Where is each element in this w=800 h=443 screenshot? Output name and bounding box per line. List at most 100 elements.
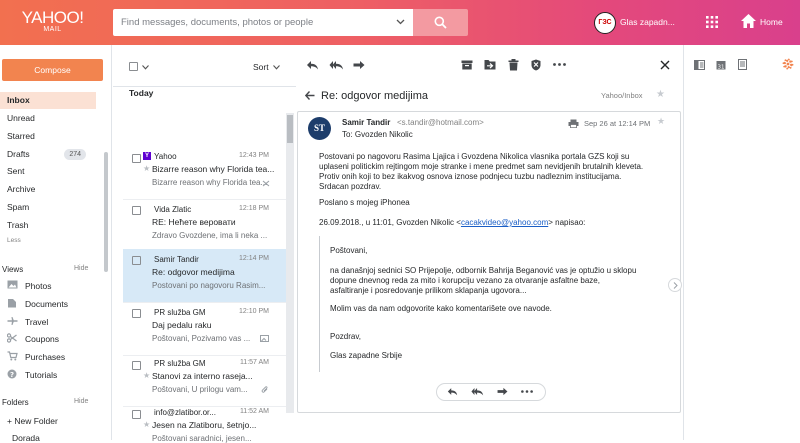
view-tutorials[interactable]: ? Tutorials bbox=[7, 367, 57, 384]
row-checkbox[interactable] bbox=[132, 256, 141, 265]
row-checkbox[interactable] bbox=[132, 410, 141, 419]
view-photos[interactable]: Photos bbox=[7, 278, 51, 295]
quote-regards: Pozdrav, bbox=[330, 332, 361, 341]
sent-from-line: Poslano s mojeg iPhonea bbox=[319, 198, 410, 207]
view-coupons[interactable]: Coupons bbox=[7, 331, 59, 348]
move-to-folder-icon[interactable] bbox=[484, 59, 496, 70]
apps-grid-icon[interactable] bbox=[706, 16, 718, 28]
sort-button[interactable]: Sort bbox=[253, 62, 269, 72]
subject: Jesen na Zlatiboru, šetnjo... bbox=[152, 420, 257, 430]
home-link[interactable]: Home bbox=[760, 17, 783, 27]
folder-drafts[interactable]: Drafts 274 bbox=[0, 146, 96, 163]
list-scrollbar-track[interactable] bbox=[286, 113, 294, 413]
back-arrow-icon[interactable] bbox=[305, 91, 315, 100]
star-icon[interactable]: ★ bbox=[656, 89, 665, 100]
sender: Vida Zlatic bbox=[154, 205, 192, 214]
views-hide-link[interactable]: Hide bbox=[74, 265, 88, 272]
list-item[interactable]: info@zlatibor.or... 11:52 AM ★ Jesen na … bbox=[123, 402, 291, 443]
view-label: Travel bbox=[25, 317, 49, 327]
reply-icon[interactable] bbox=[306, 60, 319, 70]
sender: Samir Tandir bbox=[154, 255, 199, 264]
star-icon[interactable]: ★ bbox=[143, 420, 150, 429]
less-link[interactable]: Less bbox=[7, 237, 21, 244]
sender-name[interactable]: Samir Tandir bbox=[342, 118, 390, 127]
notepad-icon[interactable] bbox=[738, 59, 747, 70]
quote-intro-pre: 26.09.2018., u 11:01, Gvozden Nikolic < bbox=[319, 218, 461, 227]
folder-dorada[interactable]: Dorada bbox=[12, 433, 40, 443]
time: 12:18 PM bbox=[239, 205, 269, 212]
time: 12:43 PM bbox=[239, 152, 269, 159]
more-icon[interactable] bbox=[553, 63, 566, 66]
calendar-icon[interactable]: 31 bbox=[716, 60, 726, 70]
search-button[interactable] bbox=[413, 9, 468, 36]
view-purchases[interactable]: Purchases bbox=[7, 349, 65, 366]
body-line: Srdacan pozdrav. bbox=[319, 182, 382, 191]
row-checkbox[interactable] bbox=[132, 309, 141, 318]
folder-starred[interactable]: Starred bbox=[0, 128, 96, 145]
folders-hide-link[interactable]: Hide bbox=[74, 398, 88, 405]
row-checkbox[interactable] bbox=[132, 154, 141, 163]
list-item-selected[interactable]: Samir Tandir 12:14 PM Re: odgovor mediji… bbox=[123, 249, 291, 303]
close-icon[interactable] bbox=[262, 180, 270, 187]
chevron-down-icon[interactable] bbox=[396, 19, 405, 25]
folder-unread[interactable]: Unread bbox=[0, 110, 96, 127]
quote-greeting: Poštovani, bbox=[330, 246, 368, 255]
reply-all-icon[interactable] bbox=[329, 60, 344, 70]
folder-spam[interactable]: Spam bbox=[0, 199, 96, 216]
time: 12:14 PM bbox=[239, 255, 269, 262]
row-checkbox[interactable] bbox=[132, 206, 141, 215]
spam-shield-icon[interactable] bbox=[531, 59, 541, 71]
star-icon[interactable]: ★ bbox=[143, 164, 150, 173]
close-icon[interactable] bbox=[660, 60, 670, 70]
print-icon[interactable] bbox=[568, 119, 579, 128]
more-icon[interactable] bbox=[521, 390, 533, 393]
expand-rail-button[interactable] bbox=[668, 278, 682, 292]
subject: RE: Нећете веровати bbox=[152, 217, 236, 227]
subject: Re: odgovor medijima bbox=[152, 267, 235, 277]
folder-sent[interactable]: Sent bbox=[0, 163, 96, 180]
time: 12:10 PM bbox=[239, 308, 269, 315]
view-label: Photos bbox=[25, 281, 52, 291]
star-icon[interactable]: ★ bbox=[143, 371, 150, 380]
folder-label: Trash bbox=[7, 220, 29, 230]
yahoo-mail-logo[interactable]: YAHOO! MAIL bbox=[20, 9, 85, 34]
sender-email[interactable]: <s.tandir@hotmail.com> bbox=[397, 118, 484, 127]
quote-intro: 26.09.2018., u 11:01, Gvozden Nikolic <c… bbox=[319, 218, 659, 228]
contacts-icon[interactable] bbox=[694, 60, 705, 70]
compose-button[interactable]: Compose bbox=[2, 59, 103, 81]
chevron-down-icon[interactable] bbox=[273, 65, 280, 70]
folder-trash[interactable]: Trash bbox=[0, 217, 96, 234]
message-date: Sep 26 at 12:14 PM bbox=[584, 119, 651, 128]
list-item[interactable]: PR služba GM 11:57 AM ★ Stanovi za inter… bbox=[123, 353, 291, 407]
account-avatar[interactable]: ГЗС bbox=[594, 12, 616, 34]
forward-icon[interactable] bbox=[497, 387, 508, 396]
trash-icon[interactable] bbox=[508, 59, 519, 71]
row-checkbox[interactable] bbox=[132, 361, 141, 370]
folder-archive[interactable]: Archive bbox=[0, 181, 96, 198]
account-name[interactable]: Glas zapadn... bbox=[620, 17, 675, 27]
sidebar-scrollbar[interactable] bbox=[104, 152, 108, 272]
search-input[interactable] bbox=[113, 9, 383, 36]
list-item[interactable]: Y Yahoo 12:43 PM ★ Bizarre reason why Fl… bbox=[123, 146, 291, 200]
reply-icon[interactable] bbox=[447, 387, 458, 396]
snippet: Poštovani, U prilogu vam... bbox=[152, 385, 248, 394]
document-icon bbox=[7, 298, 19, 308]
home-icon[interactable] bbox=[740, 13, 757, 29]
folder-path[interactable]: Yahoo/Inbox bbox=[601, 91, 643, 100]
list-item[interactable]: PR služba GM 12:10 PM Daj pedalu raku Po… bbox=[123, 302, 291, 356]
settings-gear-icon[interactable] bbox=[782, 58, 794, 70]
star-icon[interactable]: ★ bbox=[657, 116, 665, 127]
list-item[interactable]: Vida Zlatic 12:18 PM RE: Нећете веровати… bbox=[123, 199, 291, 253]
list-scrollbar-thumb[interactable] bbox=[287, 115, 293, 143]
reply-all-icon[interactable] bbox=[471, 387, 484, 396]
forward-icon[interactable] bbox=[353, 60, 365, 70]
view-documents[interactable]: Documents bbox=[7, 296, 68, 313]
archive-icon[interactable] bbox=[461, 60, 473, 70]
folder-inbox[interactable]: Inbox bbox=[0, 92, 96, 109]
snippet: Postovani po nagovoru Rasim... bbox=[152, 281, 266, 290]
view-travel[interactable]: Travel bbox=[7, 314, 48, 331]
quoted-email-link[interactable]: cacakvideo@yahoo.com bbox=[461, 218, 548, 227]
select-all-checkbox[interactable] bbox=[129, 62, 138, 71]
chevron-down-icon[interactable] bbox=[142, 65, 149, 70]
new-folder-link[interactable]: + New Folder bbox=[7, 416, 58, 426]
